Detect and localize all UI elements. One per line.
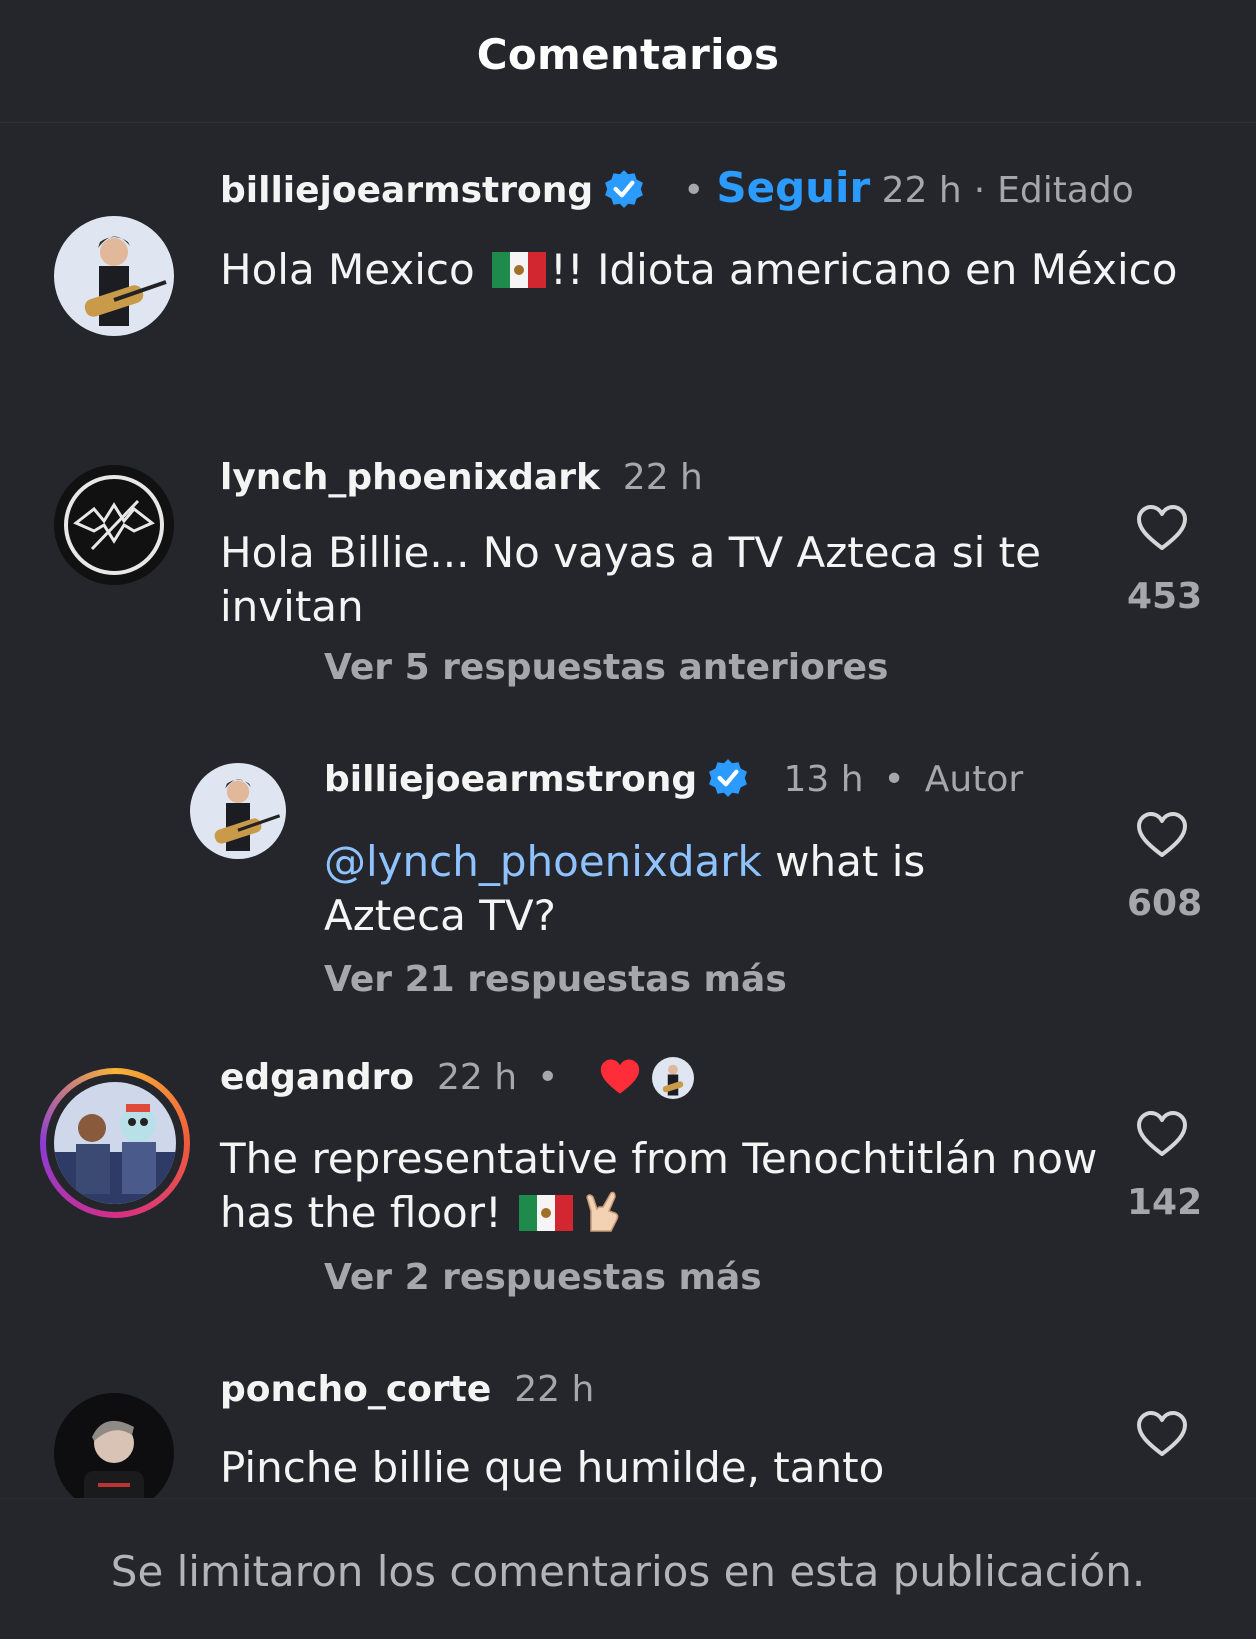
- heart-icon: [1137, 1411, 1187, 1456]
- page-title: Comentarios: [476, 30, 780, 79]
- like-button[interactable]: 142: [1127, 1110, 1203, 1223]
- mention-link[interactable]: @lynch_phoenixdark: [324, 837, 762, 886]
- comments-sheet: Comentarios billiejoearmstrong • Seguir 22…: [0, 0, 1256, 1638]
- like-button[interactable]: 453: [1127, 504, 1203, 617]
- comment-text-part: Hola Mexico: [220, 245, 489, 294]
- verified-badge-icon: [709, 759, 748, 797]
- comments-limited-notice: Se limitaron los comentarios en esta pub…: [110, 1547, 1146, 1596]
- heart-icon: [1137, 505, 1187, 550]
- username[interactable]: lynch_phoenixdark: [220, 457, 600, 498]
- comment-text-part: The representative from Tenochtitlán now…: [220, 1134, 1098, 1237]
- comment-text-part: !! Idiota americano en México: [550, 245, 1178, 294]
- mexico-flag-icon: [519, 1195, 574, 1231]
- liked-by-author-heart-icon: [601, 1059, 640, 1094]
- avatar-billiejoearmstrong[interactable]: [190, 763, 286, 859]
- like-count: 142: [1127, 1182, 1203, 1223]
- author-mini-avatar: [652, 1057, 695, 1099]
- comments-footer: Se limitaron los comentarios en esta pub…: [0, 1498, 1256, 1639]
- comment-3-text: @lynch_phoenixdark what is Azteca TV?: [324, 835, 1064, 943]
- heart-icon: [1137, 1111, 1187, 1156]
- comment-time: 22 h: [437, 1057, 518, 1098]
- like-button[interactable]: 608: [1127, 811, 1203, 924]
- verified-badge-icon: [605, 170, 644, 208]
- edited-label: Editado: [997, 170, 1134, 211]
- comment-4-meta: edgandro 22 h •: [220, 1057, 695, 1099]
- comment-5-text: Pinche billie que humilde, tanto: [220, 1443, 885, 1492]
- follow-button[interactable]: Seguir: [716, 163, 870, 212]
- username[interactable]: billiejoearmstrong: [324, 759, 697, 800]
- heart-icon: [1137, 812, 1187, 857]
- mexico-flag-icon: [492, 252, 547, 288]
- comments-header: Comentarios: [0, 0, 1256, 123]
- comment-2-meta: lynch_phoenixdark 22 h: [220, 457, 703, 499]
- like-count: 453: [1127, 576, 1203, 617]
- comment-3-meta: billiejoearmstrong 13 h • Autor: [324, 759, 1024, 800]
- view-replies-link[interactable]: Ver 5 respuestas anteriores: [324, 647, 888, 688]
- avatar-billiejoearmstrong[interactable]: [54, 216, 174, 336]
- comment-time: 22 h: [881, 170, 962, 211]
- comment-2-text: Hola Billie... No vayas a TV Azteca si t…: [220, 528, 1041, 631]
- avatar-lynch_phoenixdark[interactable]: [54, 465, 174, 585]
- comment-5-meta: poncho_corte 22 h: [220, 1369, 594, 1411]
- comment-time: 13 h: [783, 759, 864, 800]
- comment-1-text: Hola Mexico !! Idiota americano en Méxic…: [220, 243, 1200, 297]
- comment-1-meta: billiejoearmstrong • Seguir 22 h · Editado: [220, 163, 1134, 212]
- comment-list[interactable]: billiejoearmstrong • Seguir 22 h · Editado H…: [0, 123, 1256, 1498]
- avatar-poncho_corte[interactable]: [54, 1393, 174, 1498]
- view-replies-link[interactable]: Ver 2 respuestas más: [324, 1257, 762, 1298]
- comment-time: 22 h: [622, 457, 703, 498]
- username[interactable]: billiejoearmstrong: [220, 170, 593, 211]
- author-tag: Autor: [924, 759, 1024, 800]
- username[interactable]: poncho_corte: [220, 1369, 491, 1410]
- like-count: 608: [1127, 883, 1203, 924]
- comment-time: 22 h: [514, 1369, 595, 1410]
- avatar-edgandro: [54, 1082, 176, 1204]
- username[interactable]: edgandro: [220, 1057, 414, 1098]
- view-replies-link[interactable]: Ver 21 respuestas más: [324, 959, 787, 1000]
- comment-4-text: The representative from Tenochtitlán now…: [220, 1132, 1100, 1240]
- avatar-story-ring[interactable]: [40, 1068, 190, 1218]
- like-button[interactable]: [1127, 1410, 1197, 1458]
- rock-on-hand-icon: [581, 1189, 627, 1235]
